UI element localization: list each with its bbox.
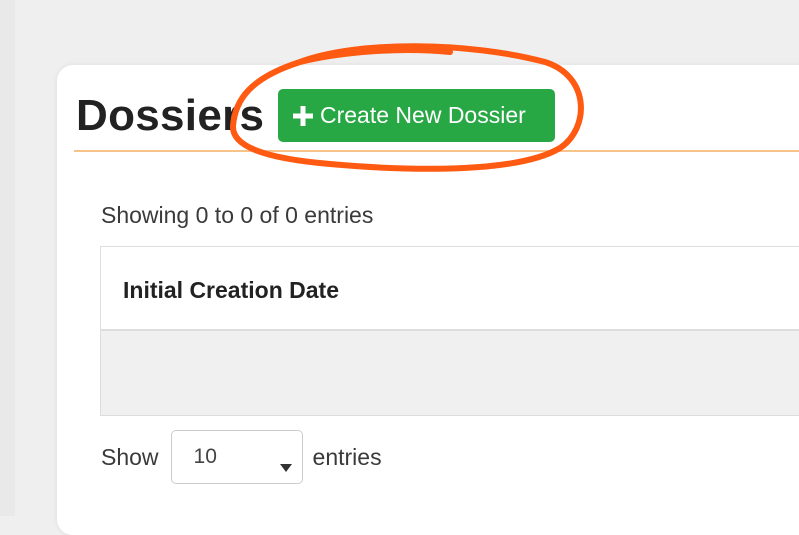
left-panel-edge [0, 0, 15, 516]
caret-down-icon [279, 452, 292, 472]
table-info: Showing 0 to 0 of 0 entries [101, 202, 374, 228]
create-new-dossier-label: Create New Dossier [320, 102, 526, 128]
entries-per-page-select[interactable]: 10 [170, 430, 303, 484]
table-header: Initial Creation Date [101, 247, 799, 331]
length-menu-prefix: Show [101, 443, 159, 470]
page-title: Dossiers [76, 91, 265, 140]
table-body-empty [101, 331, 799, 415]
title-divider [74, 150, 799, 152]
length-menu: Show 10 entries [101, 430, 382, 484]
create-new-dossier-button[interactable]: Create New Dossier [278, 89, 555, 142]
entries-per-page-value: 10 [193, 445, 217, 468]
plus-icon [292, 105, 314, 127]
column-header-initial-creation-date[interactable]: Initial Creation Date [123, 277, 339, 304]
length-menu-suffix: entries [312, 443, 382, 470]
dossiers-table: Initial Creation Date [100, 246, 799, 416]
